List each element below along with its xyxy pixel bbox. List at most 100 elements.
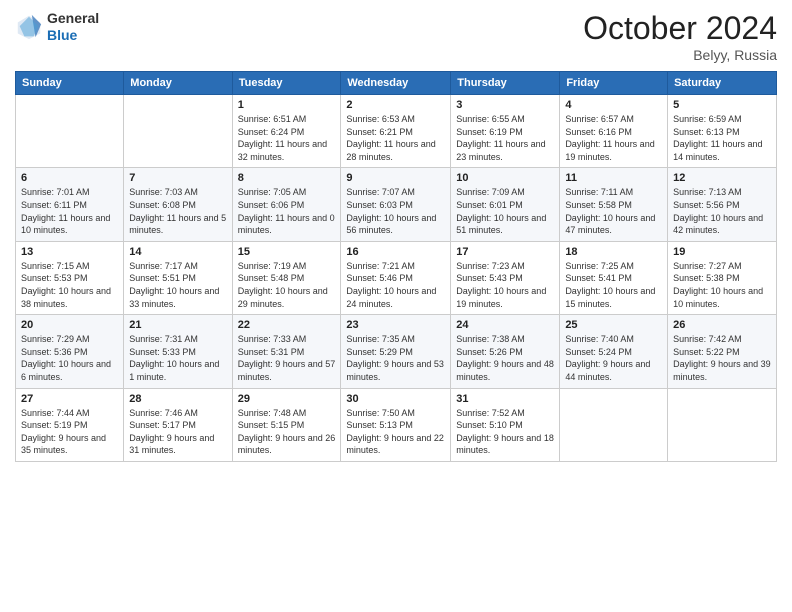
logo: General Blue (15, 10, 99, 44)
title-block: October 2024 Belyy, Russia (583, 10, 777, 63)
day-number: 18 (565, 246, 662, 258)
day-number: 6 (21, 172, 118, 184)
header: General Blue October 2024 Belyy, Russia (15, 10, 777, 63)
week-row-5: 27 Sunrise: 7:44 AMSunset: 5:19 PMDaylig… (16, 388, 777, 461)
table-cell (124, 95, 232, 168)
logo-text: General Blue (47, 10, 99, 44)
calendar: Sunday Monday Tuesday Wednesday Thursday… (15, 71, 777, 462)
col-tuesday: Tuesday (232, 72, 341, 95)
day-info: Sunrise: 6:57 AMSunset: 6:16 PMDaylight:… (565, 113, 662, 163)
day-number: 30 (346, 393, 445, 405)
day-info: Sunrise: 7:23 AMSunset: 5:43 PMDaylight:… (456, 260, 554, 310)
table-cell: 2 Sunrise: 6:53 AMSunset: 6:21 PMDayligh… (341, 95, 451, 168)
table-cell: 27 Sunrise: 7:44 AMSunset: 5:19 PMDaylig… (16, 388, 124, 461)
table-cell: 8 Sunrise: 7:05 AMSunset: 6:06 PMDayligh… (232, 168, 341, 241)
day-number: 26 (673, 319, 771, 331)
day-info: Sunrise: 7:33 AMSunset: 5:31 PMDaylight:… (238, 333, 336, 383)
day-info: Sunrise: 7:38 AMSunset: 5:26 PMDaylight:… (456, 333, 554, 383)
table-cell: 19 Sunrise: 7:27 AMSunset: 5:38 PMDaylig… (668, 241, 777, 314)
table-cell: 29 Sunrise: 7:48 AMSunset: 5:15 PMDaylig… (232, 388, 341, 461)
table-cell: 26 Sunrise: 7:42 AMSunset: 5:22 PMDaylig… (668, 315, 777, 388)
week-row-4: 20 Sunrise: 7:29 AMSunset: 5:36 PMDaylig… (16, 315, 777, 388)
table-cell: 10 Sunrise: 7:09 AMSunset: 6:01 PMDaylig… (451, 168, 560, 241)
day-info: Sunrise: 7:29 AMSunset: 5:36 PMDaylight:… (21, 333, 118, 383)
day-info: Sunrise: 7:50 AMSunset: 5:13 PMDaylight:… (346, 407, 445, 457)
day-number: 13 (21, 246, 118, 258)
table-cell: 31 Sunrise: 7:52 AMSunset: 5:10 PMDaylig… (451, 388, 560, 461)
day-number: 25 (565, 319, 662, 331)
table-cell: 1 Sunrise: 6:51 AMSunset: 6:24 PMDayligh… (232, 95, 341, 168)
week-row-1: 1 Sunrise: 6:51 AMSunset: 6:24 PMDayligh… (16, 95, 777, 168)
day-info: Sunrise: 7:46 AMSunset: 5:17 PMDaylight:… (129, 407, 226, 457)
day-number: 19 (673, 246, 771, 258)
location: Belyy, Russia (583, 47, 777, 63)
day-info: Sunrise: 7:11 AMSunset: 5:58 PMDaylight:… (565, 186, 662, 236)
day-info: Sunrise: 6:51 AMSunset: 6:24 PMDaylight:… (238, 113, 336, 163)
table-cell: 16 Sunrise: 7:21 AMSunset: 5:46 PMDaylig… (341, 241, 451, 314)
table-cell: 17 Sunrise: 7:23 AMSunset: 5:43 PMDaylig… (451, 241, 560, 314)
day-info: Sunrise: 6:53 AMSunset: 6:21 PMDaylight:… (346, 113, 445, 163)
calendar-header-row: Sunday Monday Tuesday Wednesday Thursday… (16, 72, 777, 95)
table-cell: 7 Sunrise: 7:03 AMSunset: 6:08 PMDayligh… (124, 168, 232, 241)
table-cell: 6 Sunrise: 7:01 AMSunset: 6:11 PMDayligh… (16, 168, 124, 241)
day-info: Sunrise: 7:19 AMSunset: 5:48 PMDaylight:… (238, 260, 336, 310)
table-cell: 3 Sunrise: 6:55 AMSunset: 6:19 PMDayligh… (451, 95, 560, 168)
table-cell (560, 388, 668, 461)
day-number: 21 (129, 319, 226, 331)
table-cell (16, 95, 124, 168)
table-cell: 22 Sunrise: 7:33 AMSunset: 5:31 PMDaylig… (232, 315, 341, 388)
day-number: 3 (456, 99, 554, 111)
week-row-2: 6 Sunrise: 7:01 AMSunset: 6:11 PMDayligh… (16, 168, 777, 241)
day-number: 17 (456, 246, 554, 258)
day-number: 16 (346, 246, 445, 258)
day-number: 27 (21, 393, 118, 405)
day-info: Sunrise: 7:31 AMSunset: 5:33 PMDaylight:… (129, 333, 226, 383)
day-info: Sunrise: 7:44 AMSunset: 5:19 PMDaylight:… (21, 407, 118, 457)
day-info: Sunrise: 7:25 AMSunset: 5:41 PMDaylight:… (565, 260, 662, 310)
col-sunday: Sunday (16, 72, 124, 95)
day-number: 10 (456, 172, 554, 184)
table-cell: 14 Sunrise: 7:17 AMSunset: 5:51 PMDaylig… (124, 241, 232, 314)
day-info: Sunrise: 7:21 AMSunset: 5:46 PMDaylight:… (346, 260, 445, 310)
day-info: Sunrise: 7:40 AMSunset: 5:24 PMDaylight:… (565, 333, 662, 383)
day-number: 1 (238, 99, 336, 111)
day-info: Sunrise: 7:48 AMSunset: 5:15 PMDaylight:… (238, 407, 336, 457)
day-info: Sunrise: 7:13 AMSunset: 5:56 PMDaylight:… (673, 186, 771, 236)
day-info: Sunrise: 7:15 AMSunset: 5:53 PMDaylight:… (21, 260, 118, 310)
week-row-3: 13 Sunrise: 7:15 AMSunset: 5:53 PMDaylig… (16, 241, 777, 314)
table-cell: 21 Sunrise: 7:31 AMSunset: 5:33 PMDaylig… (124, 315, 232, 388)
page: General Blue October 2024 Belyy, Russia … (0, 0, 792, 612)
day-number: 4 (565, 99, 662, 111)
col-friday: Friday (560, 72, 668, 95)
table-cell: 24 Sunrise: 7:38 AMSunset: 5:26 PMDaylig… (451, 315, 560, 388)
table-cell: 25 Sunrise: 7:40 AMSunset: 5:24 PMDaylig… (560, 315, 668, 388)
col-thursday: Thursday (451, 72, 560, 95)
logo-blue: Blue (47, 27, 77, 43)
day-info: Sunrise: 7:42 AMSunset: 5:22 PMDaylight:… (673, 333, 771, 383)
day-number: 23 (346, 319, 445, 331)
table-cell: 11 Sunrise: 7:11 AMSunset: 5:58 PMDaylig… (560, 168, 668, 241)
day-number: 9 (346, 172, 445, 184)
day-number: 14 (129, 246, 226, 258)
logo-general: General (47, 10, 99, 26)
day-info: Sunrise: 6:55 AMSunset: 6:19 PMDaylight:… (456, 113, 554, 163)
table-cell: 18 Sunrise: 7:25 AMSunset: 5:41 PMDaylig… (560, 241, 668, 314)
col-monday: Monday (124, 72, 232, 95)
logo-icon (15, 13, 43, 41)
table-cell: 12 Sunrise: 7:13 AMSunset: 5:56 PMDaylig… (668, 168, 777, 241)
month-title: October 2024 (583, 10, 777, 47)
day-info: Sunrise: 7:17 AMSunset: 5:51 PMDaylight:… (129, 260, 226, 310)
day-info: Sunrise: 7:03 AMSunset: 6:08 PMDaylight:… (129, 186, 226, 236)
day-info: Sunrise: 7:07 AMSunset: 6:03 PMDaylight:… (346, 186, 445, 236)
table-cell (668, 388, 777, 461)
day-info: Sunrise: 7:52 AMSunset: 5:10 PMDaylight:… (456, 407, 554, 457)
day-info: Sunrise: 7:05 AMSunset: 6:06 PMDaylight:… (238, 186, 336, 236)
table-cell: 28 Sunrise: 7:46 AMSunset: 5:17 PMDaylig… (124, 388, 232, 461)
table-cell: 4 Sunrise: 6:57 AMSunset: 6:16 PMDayligh… (560, 95, 668, 168)
day-info: Sunrise: 7:09 AMSunset: 6:01 PMDaylight:… (456, 186, 554, 236)
table-cell: 9 Sunrise: 7:07 AMSunset: 6:03 PMDayligh… (341, 168, 451, 241)
day-info: Sunrise: 7:01 AMSunset: 6:11 PMDaylight:… (21, 186, 118, 236)
table-cell: 23 Sunrise: 7:35 AMSunset: 5:29 PMDaylig… (341, 315, 451, 388)
day-info: Sunrise: 6:59 AMSunset: 6:13 PMDaylight:… (673, 113, 771, 163)
col-wednesday: Wednesday (341, 72, 451, 95)
